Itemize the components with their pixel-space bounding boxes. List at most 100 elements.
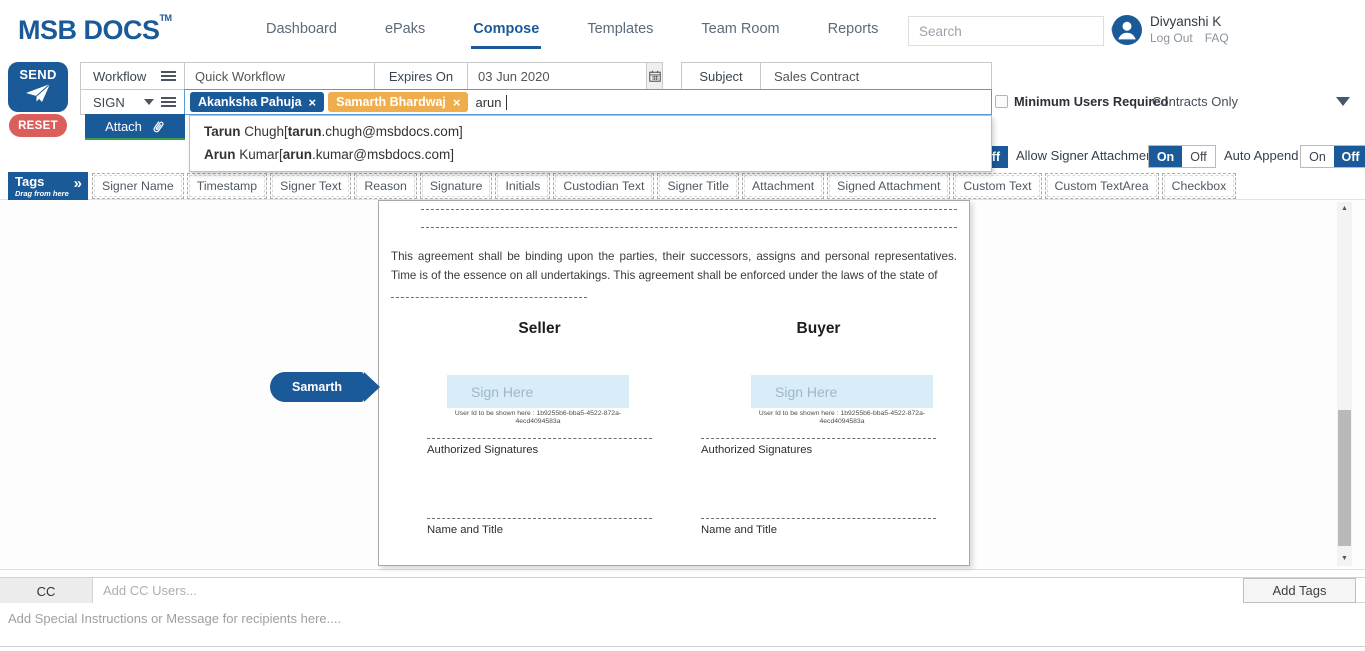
send-button[interactable]: SEND — [8, 62, 68, 112]
buyer-heading: Buyer — [701, 320, 936, 338]
sign-dropdown-icon[interactable] — [144, 99, 154, 105]
drag-tag-signer-title[interactable]: Signer Title — [657, 173, 739, 199]
drag-tag-custom-textarea[interactable]: Custom TextArea — [1045, 173, 1159, 199]
user-avatar[interactable] — [1112, 15, 1142, 45]
drag-tag-signed-attachment[interactable]: Signed Attachment — [827, 173, 950, 199]
nav-templates[interactable]: Templates — [563, 0, 677, 58]
scrollbar-thumb[interactable] — [1338, 410, 1351, 546]
faq-link[interactable]: FAQ — [1205, 31, 1229, 45]
drag-tag-custodian-text[interactable]: Custodian Text — [553, 173, 654, 199]
buyer-sign-here-field[interactable]: Sign Here — [751, 375, 933, 408]
nav-compose[interactable]: Compose — [449, 0, 563, 58]
seller-heading: Seller — [427, 320, 652, 338]
name-and-title-label: Name and Title — [701, 524, 777, 536]
recipients-input[interactable]: Akanksha Pahuja × Samarth Bhardwaj × arun — [184, 89, 992, 115]
drag-tag-custom-text[interactable]: Custom Text — [953, 173, 1041, 199]
tags-title: Tags — [15, 174, 44, 189]
tag-buttons: Signer NameTimestampSigner TextReasonSig… — [92, 172, 1236, 200]
cc-users-input[interactable] — [93, 578, 1243, 603]
chevron-down-icon[interactable] — [1336, 97, 1350, 106]
suggestion-item[interactable]: Arun Kumar[arun.kumar@msbdocs.com] — [190, 143, 991, 166]
seller-column: Seller Sign Here User Id to be shown her… — [427, 201, 652, 567]
subject-value-field[interactable]: Sales Contract — [760, 62, 992, 90]
reset-button[interactable]: RESET — [9, 114, 67, 137]
signature-line — [427, 510, 652, 519]
search-box — [908, 16, 1104, 46]
remove-recipient-icon[interactable]: × — [309, 96, 317, 109]
asa-off[interactable]: Off — [1182, 146, 1215, 167]
cc-label: CC — [0, 578, 93, 604]
tags-subtitle: Drag from here — [15, 189, 69, 198]
authorized-signatures-label: Authorized Signatures — [427, 444, 538, 456]
seller-sign-here-field[interactable]: Sign Here — [447, 375, 629, 408]
user-links: Log Out FAQ — [1150, 31, 1229, 45]
recipient-tags: Akanksha Pahuja × Samarth Bhardwaj × — [190, 92, 468, 112]
signature-line — [427, 430, 652, 439]
nav-epaks[interactable]: ePaks — [361, 0, 449, 58]
aa-off[interactable]: Off — [1334, 146, 1365, 167]
calendar-button[interactable] — [646, 62, 663, 90]
message-area — [0, 603, 1365, 647]
expires-date-field[interactable]: 03 Jun 2020 — [467, 62, 647, 90]
tags-drawer-chip[interactable]: Tags Drag from here » — [8, 172, 88, 200]
remove-recipient-icon[interactable]: × — [453, 96, 461, 109]
buyer-user-id-note: User Id to be shown here : 1b9255b6-bba5… — [745, 410, 939, 426]
signature-line — [701, 430, 936, 439]
sign-role-cell[interactable]: SIGN — [80, 89, 185, 115]
logout-link[interactable]: Log Out — [1150, 31, 1193, 45]
nav-team-room[interactable]: Team Room — [677, 0, 803, 58]
calendar-icon — [649, 70, 661, 82]
text-caret — [506, 95, 507, 110]
aa-on[interactable]: On — [1301, 146, 1334, 167]
chevrons-right-icon[interactable]: » — [74, 175, 82, 192]
search-input[interactable] — [909, 24, 1106, 39]
recipient-suggestions-dropdown: Tarun Chugh[tarun.chugh@msbdocs.com]Arun… — [189, 115, 992, 172]
expires-on-label: Expires On — [374, 62, 468, 90]
scroll-up-arrow[interactable]: ▲ — [1337, 202, 1352, 216]
recipient-tag[interactable]: Akanksha Pahuja × — [190, 92, 324, 112]
attach-button[interactable]: Attach — [85, 114, 185, 140]
recipient-typed-text: arun — [475, 95, 501, 110]
suggestion-item[interactable]: Tarun Chugh[tarun.chugh@msbdocs.com] — [190, 120, 991, 143]
buyer-column: Buyer Sign Here User Id to be shown here… — [701, 201, 936, 567]
signer-flag-samarth[interactable]: Samarth — [270, 372, 364, 402]
authorized-signatures-label: Authorized Signatures — [701, 444, 812, 456]
attach-label: Attach — [105, 119, 142, 134]
drag-tag-initials[interactable]: Initials — [495, 173, 550, 199]
allow-signer-attachment-label: Allow Signer Attachment — [1016, 148, 1157, 163]
add-tags-button[interactable]: Add Tags — [1243, 578, 1356, 603]
header: MSB DOCSTM DashboardePaksComposeTemplate… — [0, 0, 1365, 58]
drag-tag-signature[interactable]: Signature — [420, 173, 493, 199]
person-icon — [1112, 15, 1142, 45]
special-instructions-input[interactable] — [0, 603, 1365, 646]
sign-menu-icon[interactable] — [161, 97, 176, 107]
workflow-menu-icon[interactable] — [161, 71, 176, 81]
workflow-label: Workflow — [93, 69, 146, 84]
auto-append-toggle: On Off — [1300, 145, 1365, 168]
drag-tag-timestamp[interactable]: Timestamp — [187, 173, 267, 199]
drag-tag-signer-name[interactable]: Signer Name — [92, 173, 184, 199]
drag-tag-signer-text[interactable]: Signer Text — [270, 173, 351, 199]
user-name[interactable]: Divyanshi K — [1150, 14, 1221, 29]
drag-tag-attachment[interactable]: Attachment — [742, 173, 824, 199]
cc-row: CC Add Tags — [0, 577, 1365, 603]
workflow-label-cell: Workflow — [80, 62, 185, 90]
drag-tag-reason[interactable]: Reason — [354, 173, 416, 199]
nav-reports[interactable]: Reports — [804, 0, 903, 58]
recipient-name: Akanksha Pahuja — [198, 95, 302, 109]
document-page: This agreement shall be binding upon the… — [378, 200, 970, 566]
workflow-value-field[interactable]: Quick Workflow — [184, 62, 375, 90]
asa-on[interactable]: On — [1149, 146, 1182, 167]
name-and-title-label: Name and Title — [427, 524, 503, 536]
scroll-down-arrow[interactable]: ▼ — [1337, 552, 1352, 566]
msb-docs-logo[interactable]: MSB DOCSTM — [18, 13, 172, 46]
drag-tag-checkbox[interactable]: Checkbox — [1162, 173, 1237, 199]
paper-plane-icon — [25, 82, 51, 104]
minimum-users-checkbox[interactable] — [995, 95, 1008, 108]
main-nav: DashboardePaksComposeTemplatesTeam RoomR… — [242, 0, 902, 58]
contracts-only-select[interactable]: Contracts Only — [1152, 94, 1238, 109]
tags-bar: Tags Drag from here » Signer NameTimesta… — [0, 172, 1365, 200]
recipient-name: Samarth Bhardwaj — [336, 95, 446, 109]
nav-dashboard[interactable]: Dashboard — [242, 0, 361, 58]
recipient-tag[interactable]: Samarth Bhardwaj × — [328, 92, 468, 112]
